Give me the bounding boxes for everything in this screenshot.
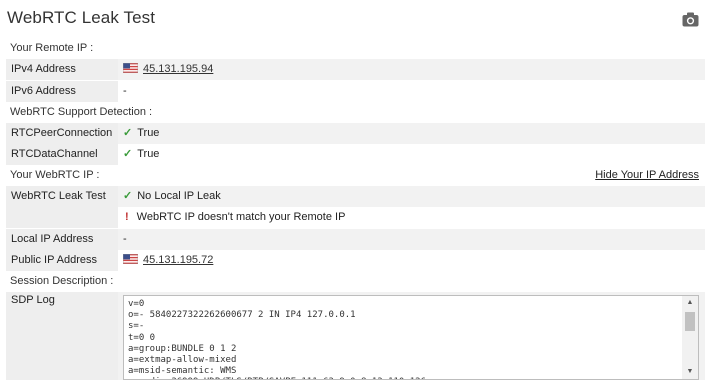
- scroll-thumb[interactable]: [685, 312, 695, 331]
- sdp-value-cell: v=0 o=- 5840227322262600677 2 IN IP4 127…: [118, 292, 705, 380]
- check-icon: ✓: [123, 190, 133, 202]
- peer-connection-value: ✓ True: [118, 123, 705, 144]
- hide-ip-link[interactable]: Hide Your IP Address: [595, 165, 699, 186]
- data-channel-status: True: [137, 148, 160, 160]
- ipv4-value-cell: 45.131.195.94: [118, 59, 705, 80]
- mismatch-message: WebRTC IP doesn't match your Remote IP: [136, 211, 346, 223]
- section-heading: Session Description :: [10, 275, 114, 287]
- us-flag-icon: [123, 254, 138, 265]
- data-channel-value: ✓ True: [118, 144, 705, 165]
- ipv4-label: IPv4 Address: [6, 59, 118, 80]
- section-heading: WebRTC Support Detection :: [10, 106, 153, 118]
- ipv6-label: IPv6 Address: [6, 81, 118, 102]
- us-flag-icon: [123, 63, 138, 74]
- peer-connection-row: RTCPeerConnection ✓ True: [6, 123, 705, 144]
- public-ip-value-cell: 45.131.195.72: [118, 250, 705, 271]
- peer-connection-label: RTCPeerConnection: [6, 123, 118, 144]
- local-ip-label: Local IP Address: [6, 229, 118, 250]
- check-icon: ✓: [123, 127, 133, 139]
- data-channel-row: RTCDataChannel ✓ True: [6, 144, 705, 165]
- leak-test-panel: Your Remote IP : IPv4 Address 45.131.195…: [6, 38, 705, 380]
- page-title: WebRTC Leak Test: [7, 8, 156, 27]
- ipv4-row: IPv4 Address 45.131.195.94: [6, 59, 705, 80]
- camera-icon[interactable]: [682, 12, 699, 27]
- data-channel-label: RTCDataChannel: [6, 144, 118, 165]
- public-ip-label: Public IP Address: [6, 250, 118, 271]
- warning-icon: !: [125, 211, 129, 223]
- leak-test-value: ✓ No Local IP Leak: [118, 186, 705, 207]
- public-ip-address-link[interactable]: 45.131.195.72: [143, 254, 213, 266]
- section-heading: Your Remote IP :: [10, 42, 94, 54]
- mismatch-value: ! WebRTC IP doesn't match your Remote IP: [118, 207, 705, 228]
- scroll-down-arrow-icon[interactable]: ▼: [682, 365, 698, 379]
- ipv4-address-link[interactable]: 45.131.195.94: [143, 63, 213, 75]
- public-ip-row: Public IP Address 45.131.195.72: [6, 250, 705, 271]
- ipv6-row: IPv6 Address -: [6, 81, 705, 102]
- section-webrtc-ip: Your WebRTC IP : Hide Your IP Address: [6, 165, 705, 186]
- check-icon: ✓: [123, 148, 133, 160]
- sdp-log-text[interactable]: v=0 o=- 5840227322262600677 2 IN IP4 127…: [128, 299, 678, 379]
- leak-test-label: WebRTC Leak Test: [6, 186, 118, 207]
- section-support: WebRTC Support Detection :: [6, 102, 705, 123]
- section-remote-ip: Your Remote IP :: [6, 38, 705, 59]
- local-ip-value: -: [118, 229, 705, 250]
- mismatch-row: ! WebRTC IP doesn't match your Remote IP: [6, 207, 705, 228]
- sdp-scrollbar[interactable]: ▲ ▼: [682, 296, 698, 379]
- ipv6-value: -: [118, 81, 705, 102]
- sdp-log-label: SDP Log: [6, 292, 118, 380]
- empty-label: [6, 207, 118, 228]
- peer-connection-status: True: [137, 127, 160, 139]
- section-heading: Your WebRTC IP :: [10, 169, 100, 181]
- sdp-textarea[interactable]: v=0 o=- 5840227322262600677 2 IN IP4 127…: [123, 295, 699, 380]
- leak-test-status: No Local IP Leak: [137, 190, 221, 202]
- sdp-row: SDP Log v=0 o=- 5840227322262600677 2 IN…: [6, 292, 705, 380]
- local-ip-row: Local IP Address -: [6, 229, 705, 250]
- page-header: WebRTC Leak Test: [0, 0, 711, 38]
- scroll-up-arrow-icon[interactable]: ▲: [682, 296, 698, 310]
- leak-test-row: WebRTC Leak Test ✓ No Local IP Leak: [6, 186, 705, 207]
- section-session: Session Description :: [6, 271, 705, 292]
